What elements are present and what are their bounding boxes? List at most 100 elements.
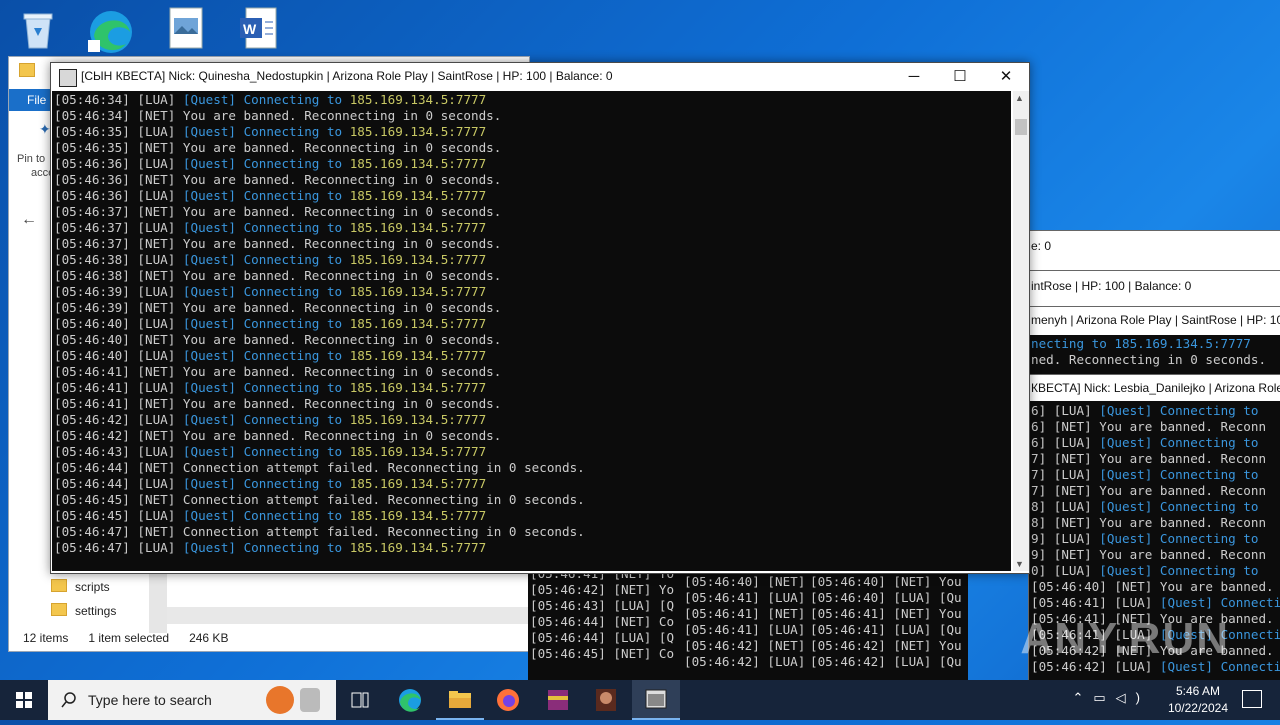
start-button[interactable] xyxy=(0,680,48,720)
svg-text:W: W xyxy=(243,21,257,37)
status-selected: 1 item selected xyxy=(88,631,170,645)
log-address: 185.169.134.5:7777 xyxy=(349,252,487,267)
search-placeholder: Type here to search xyxy=(88,692,212,708)
log-message: Connecting to xyxy=(235,156,350,171)
whistle-icon xyxy=(300,688,320,712)
console-line: [05:46:44] [NET] Co xyxy=(530,614,675,629)
console-line: [05:46:40] [LUA] [Quest] Connecting to 1… xyxy=(54,316,486,332)
edge-taskbar-icon[interactable] xyxy=(386,680,434,720)
image-file-icon[interactable] xyxy=(168,6,216,52)
console-line: [05:46:41] [NET] You are banned. Reconne… xyxy=(54,396,501,412)
file-menu-tab[interactable]: File xyxy=(9,89,53,111)
list-item[interactable]: settings xyxy=(51,603,116,618)
windows-logo-icon xyxy=(16,692,32,708)
volume-icon[interactable]: ◁) xyxy=(1116,690,1150,705)
log-text: [05:46:40] [NET] You are banned. Reconne… xyxy=(54,332,502,347)
log-message: Connecting to xyxy=(235,284,350,299)
bg-console-window[interactable]: [05:46:40] [NET] [05:46:41] [LUA] [05:46:4… xyxy=(682,574,808,680)
bg-console-window[interactable]: e: 0 xyxy=(1028,230,1280,272)
console-scrollbar[interactable]: ▲ ▼ xyxy=(1013,91,1029,571)
task-view-button[interactable] xyxy=(336,680,384,720)
pin-icon[interactable]: ✦ xyxy=(39,121,51,138)
log-address: 185.169.134.5:7777 xyxy=(349,476,487,491)
log-tag: [Quest] Connecting to xyxy=(1099,435,1259,450)
file-explorer-taskbar-icon[interactable] xyxy=(436,680,484,720)
console-line: [05:46:42] [NET] You are banned. Reconne… xyxy=(54,428,501,444)
log-text: [05:46:38] [NET] You are banned. Reconne… xyxy=(54,268,502,283)
folder-icon xyxy=(19,63,35,77)
console-line: [05:46:41] [NET] You xyxy=(810,606,962,621)
scrollbar-thumb[interactable] xyxy=(1015,119,1027,135)
log-message: Connecting to xyxy=(235,476,350,491)
word-doc-icon[interactable]: W xyxy=(238,6,286,52)
log-text: [05:46:41] [NET] You are banned. Reconne… xyxy=(54,396,502,411)
close-button[interactable]: ✕ xyxy=(983,63,1029,91)
folder-icon xyxy=(51,579,67,592)
console-line: 6] [LUA] [Quest] Connecting to xyxy=(1031,435,1258,451)
list-item[interactable]: scripts xyxy=(51,579,110,594)
bg-console-window[interactable]: menyh | Arizona Role Play | SaintRose | … xyxy=(1028,306,1280,378)
log-text: [05:46:36] [LUA] xyxy=(54,188,183,203)
status-item-count: 12 items xyxy=(23,631,69,645)
title-bar[interactable]: [СЫН КВЕСТА] Nick: Quinesha_Nedostupkin … xyxy=(51,63,1029,91)
back-arrow-icon[interactable]: ← xyxy=(21,211,37,229)
console-output: [05:46:40] [NET] You [05:46:40] [LUA] [Qu… xyxy=(808,574,968,680)
network-icon[interactable]: ▭ xyxy=(1093,690,1115,705)
log-tag: [Quest] xyxy=(182,348,236,363)
bg-console-window[interactable]: [05:46:41] [NET] Yo[05:46:42] [NET] Yo[0… xyxy=(528,566,682,680)
log-text: [05:46:36] [LUA] xyxy=(54,156,183,171)
game-taskbar-icon[interactable] xyxy=(582,680,630,720)
explorer-horizontal-scrollbar[interactable] xyxy=(167,607,529,624)
clock[interactable]: 5:46 AM 10/22/2024 xyxy=(1168,683,1228,717)
minimize-button[interactable]: ─ xyxy=(891,63,937,91)
log-tag: [Quest] xyxy=(182,252,236,267)
log-message: Connecting to xyxy=(235,188,350,203)
console-app-icon xyxy=(59,69,77,87)
status-size: 246 KB xyxy=(189,631,229,645)
log-text: 7] [LUA] xyxy=(1031,467,1100,482)
log-text: [05:46:44] [NET] Connection attempt fail… xyxy=(54,460,585,475)
window-title: [СЫН КВЕСТА] Nick: Quinesha_Nedostupkin … xyxy=(81,69,613,83)
log-text: 0] [LUA] xyxy=(1031,563,1100,578)
clock-date: 10/22/2024 xyxy=(1167,701,1228,715)
notifications-icon[interactable] xyxy=(1242,690,1262,708)
console-window[interactable]: [СЫН КВЕСТА] Nick: Quinesha_Nedostupkin … xyxy=(50,62,1030,574)
console-line: 9] [LUA] [Quest] Connecting to xyxy=(1031,531,1258,547)
scroll-down-icon[interactable]: ▼ xyxy=(1015,559,1024,569)
firefox-taskbar-icon[interactable] xyxy=(484,680,532,720)
log-tag: [Quest] Connecting to xyxy=(1159,595,1280,610)
maximize-button[interactable]: ☐ xyxy=(937,63,983,91)
console-line: 0] [LUA] [Quest] Connecting to xyxy=(1031,563,1258,579)
chevron-up-icon[interactable]: ⌃ xyxy=(1072,690,1093,705)
console-line: [05:46:42] [NET] xyxy=(684,638,806,653)
console-line: [05:46:40] [NET] You are banned. Reconne… xyxy=(54,332,501,348)
status-bar: 12 items 1 item selected 246 KB xyxy=(23,631,248,645)
explorer-vertical-scrollbar[interactable] xyxy=(149,573,167,633)
bg-console-window[interactable]: [05:46:40] [NET] You [05:46:40] [LUA] [Qu… xyxy=(808,574,968,680)
winrar-taskbar-icon[interactable] xyxy=(534,680,582,720)
log-address: 185.169.134.5:7777 xyxy=(349,380,487,395)
scroll-up-icon[interactable]: ▲ xyxy=(1015,93,1024,103)
bg-console-window[interactable]: intRose | HP: 100 | Balance: 0 xyxy=(1028,270,1280,308)
log-text: [05:46:43] [LUA] xyxy=(54,444,183,459)
log-address: 185.169.134.5:7777 xyxy=(349,188,487,203)
console-line: [05:46:35] [NET] You are banned. Reconne… xyxy=(54,140,501,156)
recycle-bin-icon[interactable] xyxy=(16,6,64,52)
edge-icon[interactable] xyxy=(86,6,134,53)
console-line: 8] [LUA] [Quest] Connecting to xyxy=(1031,499,1258,515)
search-box[interactable]: Type here to search xyxy=(48,680,336,720)
log-address: 185.169.134.5:7777 xyxy=(349,284,487,299)
console-line: 8] [NET] You are banned. Reconn xyxy=(1031,515,1266,531)
log-text: [05:46:42] [LUA] xyxy=(54,412,183,427)
console-taskbar-icon[interactable] xyxy=(632,680,680,720)
log-tag: [Quest] xyxy=(182,156,236,171)
system-tray-icons[interactable]: ⌃▭◁) xyxy=(1072,690,1150,706)
log-message: Connecting to xyxy=(235,252,350,267)
log-message: Connecting to xyxy=(235,540,350,555)
log-text: [05:46:45] [NET] Connection attempt fail… xyxy=(54,492,585,507)
console-line: 7] [LUA] [Quest] Connecting to xyxy=(1031,467,1258,483)
console-line: [05:46:36] [NET] You are banned. Reconne… xyxy=(54,172,501,188)
log-text: [05:46:35] [NET] You are banned. Reconne… xyxy=(54,140,502,155)
log-tag: [Quest] xyxy=(182,444,236,459)
log-address: 185.169.134.5:7777 xyxy=(349,508,487,523)
